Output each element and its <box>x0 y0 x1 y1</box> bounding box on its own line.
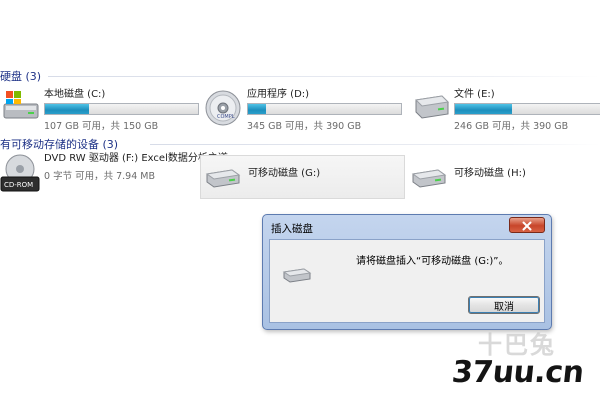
drive-e[interactable]: 文件 (E:) 246 GB 可用，共 390 GB <box>412 88 600 132</box>
watermark-site: 37uu.cn <box>450 355 586 390</box>
hard-drive-icon <box>412 88 450 126</box>
section-title-hard-disks: 硬盘 (3) <box>0 70 42 83</box>
removable-drive-icon <box>282 262 312 288</box>
cd-rom-icon: CD-ROM <box>0 153 40 197</box>
drive-g-name: 可移动磁盘 (G:) <box>248 167 321 179</box>
drive-f-name: DVD RW 驱动器 (F:) Excel数据分析之道 <box>44 153 228 164</box>
drive-c[interactable]: 本地磁盘 (C:) 107 GB 可用，共 150 GB <box>2 88 199 132</box>
section-divider <box>150 144 600 145</box>
section-title-removable: 有可移动存储的设备 (3) <box>0 138 119 151</box>
drive-g[interactable]: 可移动磁盘 (G:) <box>200 155 405 199</box>
close-icon <box>522 216 532 235</box>
removable-drive-icon <box>410 160 448 194</box>
drive-d-name: 应用程序 (D:) <box>247 89 310 100</box>
section-divider <box>48 76 600 77</box>
dialog-titlebar[interactable]: 插入磁盘 <box>263 215 551 239</box>
drive-c-space: 107 GB 可用，共 150 GB <box>44 121 159 132</box>
dialog-message: 请将磁盘插入“可移动磁盘 (G:)”。 <box>356 256 509 267</box>
drive-e-space: 246 GB 可用，共 390 GB <box>454 121 569 132</box>
dialog-close-button[interactable] <box>509 217 545 233</box>
drive-e-name: 文件 (E:) <box>454 89 495 100</box>
cd-disc-drive-icon: COMPL <box>203 88 243 130</box>
drive-h[interactable]: 可移动磁盘 (H:) <box>410 160 526 194</box>
cancel-button[interactable]: 取消 <box>468 296 540 314</box>
dialog-title: 插入磁盘 <box>271 223 313 235</box>
insert-disk-dialog: 插入磁盘 请将磁盘插入“可移动磁盘 (G:)”。 取消 <box>262 214 552 330</box>
drive-d-usage-bar <box>247 103 402 115</box>
drive-d-space: 345 GB 可用，共 390 GB <box>247 121 362 132</box>
drive-f-space: 0 字节 可用，共 7.94 MB <box>44 171 155 182</box>
drive-d[interactable]: COMPL 应用程序 (D:) 345 GB 可用，共 390 GB <box>203 88 402 132</box>
cd-rom-icon-label: CD-ROM <box>4 181 33 189</box>
drive-e-usage-bar <box>454 103 600 115</box>
removable-drive-icon <box>204 160 242 194</box>
dialog-body: 请将磁盘插入“可移动磁盘 (G:)”。 取消 <box>269 239 545 323</box>
drive-c-name: 本地磁盘 (C:) <box>44 89 106 100</box>
svg-text:COMPL: COMPL <box>217 114 235 120</box>
drive-c-usage-bar <box>44 103 199 115</box>
section-header-hard-disks: 硬盘 (3) <box>0 68 600 84</box>
windows-drive-icon <box>2 88 40 126</box>
drive-h-name: 可移动磁盘 (H:) <box>454 167 526 179</box>
drive-f[interactable]: CD-ROM DVD RW 驱动器 (F:) Excel数据分析之道 0 字节 … <box>0 153 228 197</box>
section-header-removable: 有可移动存储的设备 (3) <box>0 136 600 152</box>
